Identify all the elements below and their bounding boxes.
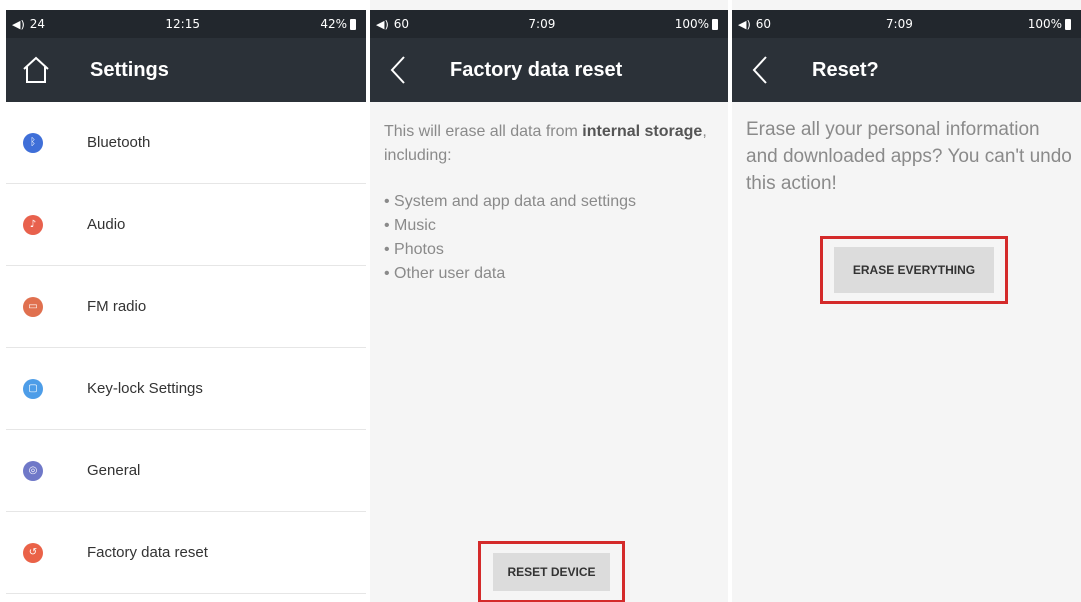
clock: 7:09 [885, 17, 913, 31]
battery-level: 100% [1027, 17, 1062, 31]
volume-level: 60 [755, 17, 772, 31]
speaker-icon: ◀) [376, 17, 389, 31]
highlight-box: RESET DEVICE [478, 541, 625, 602]
settings-item-general[interactable]: ◎ General [6, 430, 366, 512]
settings-item-audio[interactable]: ♪ Audio [6, 184, 366, 266]
confirm-message: Erase all your personal information and … [746, 119, 1072, 194]
volume-level: 60 [393, 17, 410, 31]
battery-indicator: 100% [1028, 17, 1071, 31]
back-arrow-icon[interactable] [750, 54, 770, 86]
intro-bold: internal storage [582, 123, 703, 140]
clock: 7:09 [528, 17, 556, 31]
status-bar: ◀) 60 7:09 100% [732, 10, 1081, 38]
settings-item-fm-radio[interactable]: ▭ FM radio [6, 266, 366, 348]
audio-icon: ♪ [23, 214, 43, 235]
volume-indicator: ◀) 60 [738, 17, 771, 31]
settings-item-label: Bluetooth [87, 134, 151, 151]
status-bar: ◀) 60 7:09 100% [370, 10, 728, 38]
page-title: Reset? [812, 58, 879, 81]
status-bar: ◀) 24 12:15 42% [6, 10, 366, 38]
battery-icon [1065, 18, 1071, 30]
confirm-reset-screen: ◀) 60 7:09 100% Reset? Erase all your pe… [732, 0, 1081, 602]
home-icon[interactable] [20, 54, 52, 86]
reset-icon: ↺ [23, 542, 43, 563]
list-item: Music [384, 214, 718, 238]
volume-indicator: ◀) 60 [376, 17, 409, 31]
lock-icon: ▢ [23, 378, 43, 399]
speaker-icon: ◀) [12, 17, 25, 31]
battery-indicator: 42% [320, 17, 356, 31]
intro-text: This will erase all data from internal s… [384, 120, 718, 168]
list-item: Other user data [384, 262, 718, 286]
settings-item-label: Key-lock Settings [87, 380, 203, 397]
battery-icon [712, 18, 718, 30]
app-bar: Settings [6, 38, 366, 102]
list-item: System and app data and settings [384, 190, 718, 214]
clock: 12:15 [165, 17, 200, 31]
settings-item-factory-reset[interactable]: ↺ Factory data reset [6, 512, 366, 594]
factory-reset-screen: ◀) 60 7:09 100% Factory data reset This … [370, 0, 728, 602]
battery-level: 100% [674, 17, 709, 31]
volume-level: 24 [29, 17, 46, 31]
settings-item-label: Audio [87, 216, 126, 233]
settings-list: ᛒ Bluetooth ♪ Audio ▭ FM radio ▢ Key-loc… [6, 102, 366, 594]
volume-indicator: ◀) 24 [12, 17, 45, 31]
settings-item-label: General [87, 462, 141, 479]
erase-list: System and app data and settings Music P… [384, 190, 718, 286]
settings-item-label: FM radio [87, 298, 147, 315]
general-icon: ◎ [23, 460, 43, 481]
reset-description: This will erase all data from internal s… [384, 120, 718, 302]
settings-item-key-lock[interactable]: ▢ Key-lock Settings [6, 348, 366, 430]
settings-screen: ◀) 24 12:15 42% Settings ᛒ Bluetooth ♪ A… [6, 0, 366, 602]
settings-item-bluetooth[interactable]: ᛒ Bluetooth [6, 102, 366, 184]
speaker-icon: ◀) [738, 17, 751, 31]
page-title: Settings [90, 58, 169, 81]
erase-everything-button[interactable]: ERASE EVERYTHING [834, 247, 994, 293]
battery-level: 42% [320, 17, 347, 31]
app-bar: Factory data reset [370, 38, 728, 102]
list-item: Photos [384, 238, 718, 262]
battery-indicator: 100% [675, 17, 718, 31]
back-arrow-icon[interactable] [388, 54, 408, 86]
intro-prefix: This will erase all data from [384, 123, 578, 140]
page-title: Factory data reset [450, 58, 623, 81]
reset-device-button[interactable]: RESET DEVICE [493, 553, 610, 591]
radio-icon: ▭ [23, 296, 43, 317]
app-bar: Reset? [732, 38, 1081, 102]
highlight-box: ERASE EVERYTHING [820, 236, 1008, 304]
bluetooth-icon: ᛒ [23, 132, 43, 153]
settings-item-label: Factory data reset [87, 544, 208, 561]
battery-icon [350, 18, 356, 30]
